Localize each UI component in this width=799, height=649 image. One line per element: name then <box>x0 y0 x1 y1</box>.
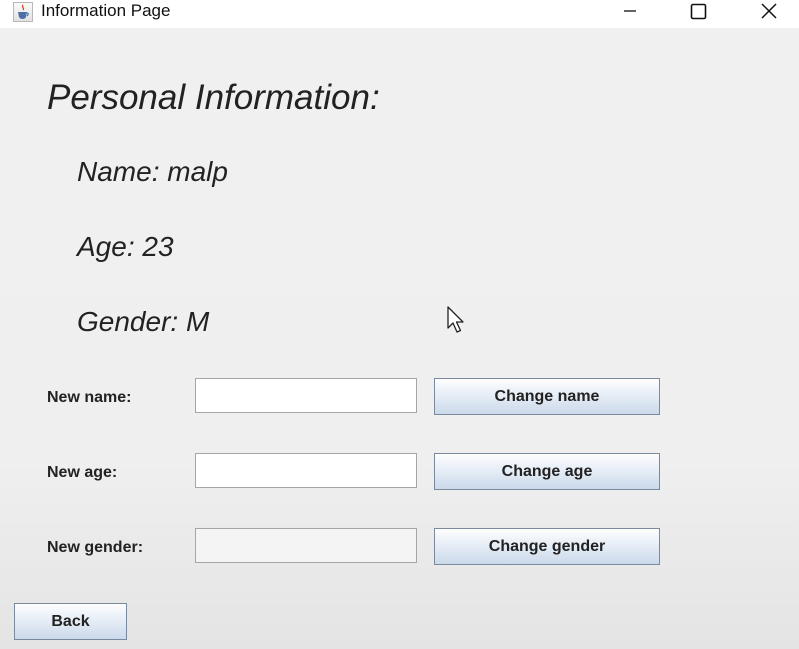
java-cup-icon <box>13 2 33 22</box>
new-name-input[interactable] <box>195 378 417 413</box>
window-title: Information Page <box>41 1 171 20</box>
name-display: Name: malp <box>77 156 228 187</box>
new-name-label: New name: <box>47 389 132 406</box>
new-age-label: New age: <box>47 464 118 481</box>
page-heading: Personal Information: <box>47 78 380 117</box>
maximize-button[interactable] <box>676 0 722 28</box>
mouse-pointer-icon <box>447 306 464 333</box>
title-bar: Information Page <box>0 0 799 28</box>
change-name-button[interactable]: Change name <box>434 378 660 415</box>
change-gender-button[interactable]: Change gender <box>434 528 660 565</box>
age-display: Age: 23 <box>77 231 174 262</box>
change-age-button[interactable]: Change age <box>434 453 660 490</box>
close-button[interactable] <box>745 0 791 28</box>
maximize-icon <box>690 3 707 20</box>
new-gender-input[interactable] <box>195 528 417 563</box>
close-icon <box>761 3 777 19</box>
minimize-button[interactable] <box>607 0 653 28</box>
minimize-icon <box>624 10 636 12</box>
new-age-input[interactable] <box>195 453 417 488</box>
back-button[interactable]: Back <box>14 603 127 640</box>
new-gender-label: New gender: <box>47 539 144 556</box>
gender-display: Gender: M <box>77 306 210 337</box>
